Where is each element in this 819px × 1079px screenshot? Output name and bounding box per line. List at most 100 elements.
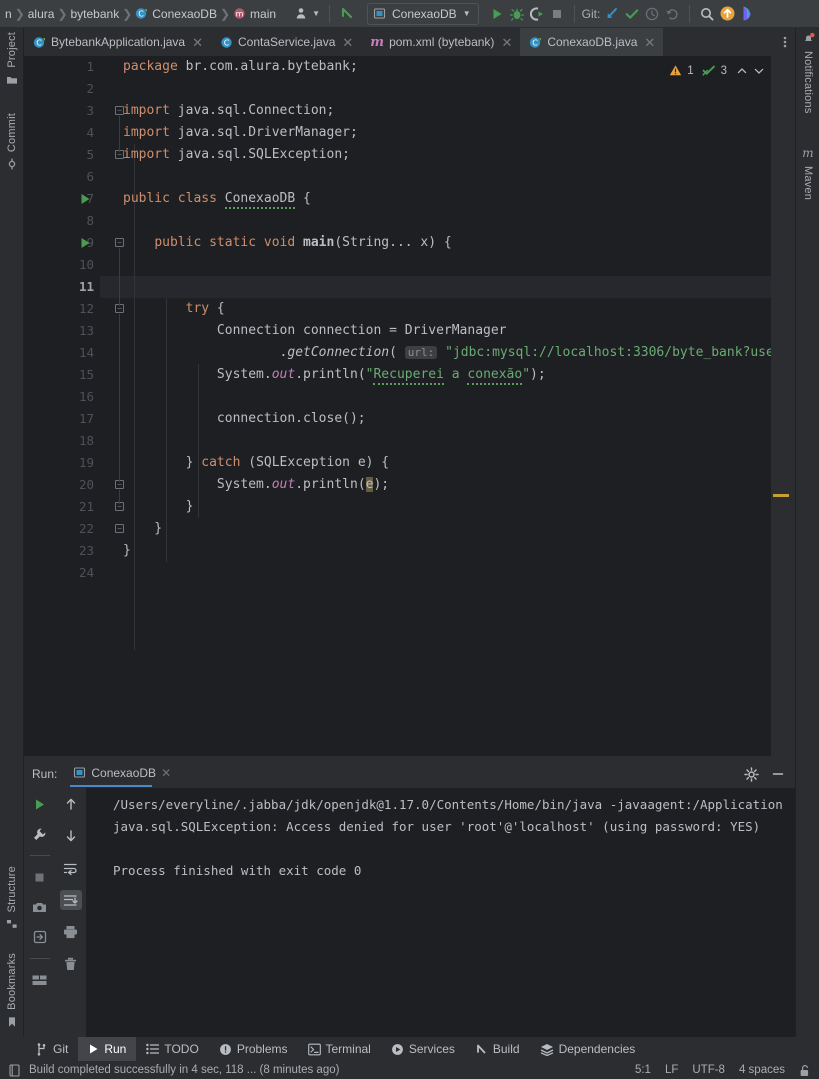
- sidebar-item-maven[interactable]: m Maven: [796, 146, 819, 200]
- close-icon[interactable]: ✕: [499, 36, 512, 49]
- gear-icon[interactable]: [744, 766, 759, 782]
- run-with-coverage-icon[interactable]: [527, 3, 547, 25]
- breadcrumb-truncated[interactable]: n: [4, 0, 13, 28]
- run-configuration-selector[interactable]: ConexaoDB ▼: [366, 2, 479, 25]
- bottom-tab-problems[interactable]: Problems: [209, 1037, 298, 1061]
- editor-tab-contaservice[interactable]: C ContaService.java ✕: [211, 28, 361, 56]
- camera-icon[interactable]: [29, 897, 51, 917]
- inspection-widget[interactable]: 1 3: [669, 64, 765, 77]
- file-encoding[interactable]: UTF-8: [692, 1064, 725, 1076]
- git-rollback-icon: [662, 3, 682, 25]
- trash-icon[interactable]: [60, 954, 82, 974]
- commit-icon: [6, 158, 18, 170]
- code-line-20: System.out.println(e);: [123, 477, 390, 492]
- editor-tab-label: pom.xml (bytebank): [389, 35, 495, 49]
- run-panel-title: Run:: [32, 767, 58, 781]
- close-icon[interactable]: ✕: [340, 36, 353, 49]
- console-line-exit: Process finished with exit code 0: [113, 863, 362, 878]
- bottom-tab-services[interactable]: Services: [381, 1037, 465, 1061]
- sidebar-item-project[interactable]: Project: [0, 32, 24, 86]
- close-icon[interactable]: ✕: [190, 36, 203, 49]
- warning-count: 1: [687, 64, 694, 77]
- run-icon[interactable]: [487, 3, 507, 25]
- close-icon[interactable]: ✕: [642, 36, 655, 49]
- svg-text:C: C: [138, 10, 144, 19]
- ide-update-icon[interactable]: [717, 3, 738, 25]
- console-output[interactable]: /Users/everyline/.jabba/jdk/openjdk@1.17…: [86, 788, 795, 1037]
- breadcrumb-label: bytebank: [70, 6, 120, 21]
- java-class-icon: C: [135, 7, 148, 20]
- indent-setting[interactable]: 4 spaces: [739, 1064, 785, 1076]
- bottom-tab-label: Dependencies: [558, 1042, 636, 1056]
- scroll-to-end-icon[interactable]: [59, 890, 82, 910]
- editor-tab-conexaodb[interactable]: C ConexaoDB.java ✕: [520, 28, 664, 56]
- navigate-back-icon[interactable]: [337, 3, 359, 25]
- editor-tab-bytebankapplication[interactable]: C BytebankApplication.java ✕: [24, 28, 211, 56]
- bottom-tab-terminal[interactable]: Terminal: [298, 1037, 381, 1061]
- bottom-tab-label: Git: [53, 1042, 69, 1056]
- editor-tab-pomxml[interactable]: m pom.xml (bytebank) ✕: [361, 28, 520, 56]
- chevron-up-icon[interactable]: [736, 65, 748, 77]
- bottom-tab-todo[interactable]: TODO: [136, 1037, 208, 1061]
- sidebar-item-structure[interactable]: Structure: [0, 866, 24, 930]
- line-number: 1: [86, 59, 94, 74]
- print-icon[interactable]: [60, 922, 82, 942]
- git-update-icon[interactable]: [602, 3, 622, 25]
- java-class-icon: C: [529, 36, 542, 49]
- breadcrumb-item-main[interactable]: m main: [232, 0, 277, 28]
- git-commit-icon[interactable]: [622, 3, 642, 25]
- bottom-tab-label: Terminal: [325, 1042, 371, 1056]
- breadcrumb-item-bytebank[interactable]: bytebank: [70, 0, 121, 28]
- connection-url-string: "jdbc:mysql://localhost:3306/byte_bank?u…: [445, 345, 795, 360]
- event-log-icon[interactable]: [8, 1063, 21, 1077]
- caret-position[interactable]: 5:1: [635, 1064, 651, 1076]
- breadcrumb-item-alura[interactable]: alura: [27, 0, 56, 28]
- read-only-lock-icon[interactable]: [799, 1064, 811, 1077]
- ai-assistant-icon[interactable]: [738, 3, 759, 25]
- toolbar-divider: [29, 855, 50, 856]
- more-tabs-icon[interactable]: [775, 28, 795, 56]
- run-tool-window: Run: ConexaoDB ✕ /Users/everyline/.jabba…: [24, 760, 795, 1037]
- warning-stripe-marker[interactable]: [773, 494, 789, 497]
- scroll-down-icon[interactable]: [60, 826, 82, 846]
- error-stripe-gutter[interactable]: [771, 56, 795, 756]
- user-avatar-icon[interactable]: ▼: [293, 3, 322, 25]
- debug-icon[interactable]: [507, 3, 527, 25]
- run-class-gutter-icon[interactable]: [80, 193, 91, 205]
- bottom-tab-dependencies[interactable]: Dependencies: [530, 1037, 646, 1061]
- code-editor[interactable]: 1 2 3 4 5 6 7 8 9 10 11 12 13 14 15 16 1…: [24, 56, 795, 756]
- breadcrumb-separator-icon: ❯: [219, 6, 231, 21]
- bottom-tab-git[interactable]: Git: [26, 1037, 78, 1061]
- layout-icon[interactable]: [29, 970, 51, 990]
- sidebar-item-label: Structure: [6, 866, 18, 913]
- code-line-17: connection.close();: [123, 411, 366, 426]
- line-separator[interactable]: LF: [665, 1064, 678, 1076]
- export-icon[interactable]: [29, 927, 51, 947]
- chevron-down-icon[interactable]: [753, 65, 765, 77]
- code-text-area[interactable]: package br.com.alura.bytebank; import ja…: [100, 56, 795, 756]
- breadcrumb-item-conexaodb[interactable]: C ConexaoDB: [134, 0, 218, 28]
- wrench-settings-icon[interactable]: [29, 824, 51, 844]
- run-config-icon: [73, 766, 86, 779]
- run-method-gutter-icon[interactable]: [80, 237, 91, 249]
- close-icon[interactable]: ✕: [161, 766, 171, 780]
- code-line-1: package br.com.alura.bytebank;: [123, 59, 358, 74]
- editor-gutter[interactable]: 1 2 3 4 5 6 7 8 9 10 11 12 13 14 15 16 1…: [24, 56, 124, 756]
- sidebar-item-commit[interactable]: Commit: [0, 113, 24, 170]
- soft-wrap-icon[interactable]: [60, 858, 82, 878]
- minimize-icon[interactable]: [771, 767, 785, 781]
- breadcrumb-label: alura: [27, 6, 55, 21]
- bottom-tab-run[interactable]: Run: [78, 1037, 137, 1061]
- main-toolbar: n ❯ alura ❯ bytebank ❯ C ConexaoDB ❯ m m…: [0, 0, 819, 28]
- scroll-up-icon[interactable]: [60, 794, 82, 814]
- sidebar-item-notifications[interactable]: Notifications: [796, 32, 819, 114]
- line-number: 3: [86, 103, 94, 118]
- search-everywhere-icon[interactable]: [697, 3, 717, 25]
- line-number: 15: [78, 367, 94, 382]
- sidebar-item-bookmarks[interactable]: Bookmarks: [0, 953, 24, 1028]
- sidebar-item-label: Maven: [802, 166, 814, 201]
- status-message[interactable]: Build completed successfully in 4 sec, 1…: [29, 1064, 339, 1076]
- run-tab-conexaodb[interactable]: ConexaoDB ✕: [73, 766, 171, 783]
- rerun-icon[interactable]: [29, 794, 51, 814]
- bottom-tab-build[interactable]: Build: [465, 1037, 530, 1061]
